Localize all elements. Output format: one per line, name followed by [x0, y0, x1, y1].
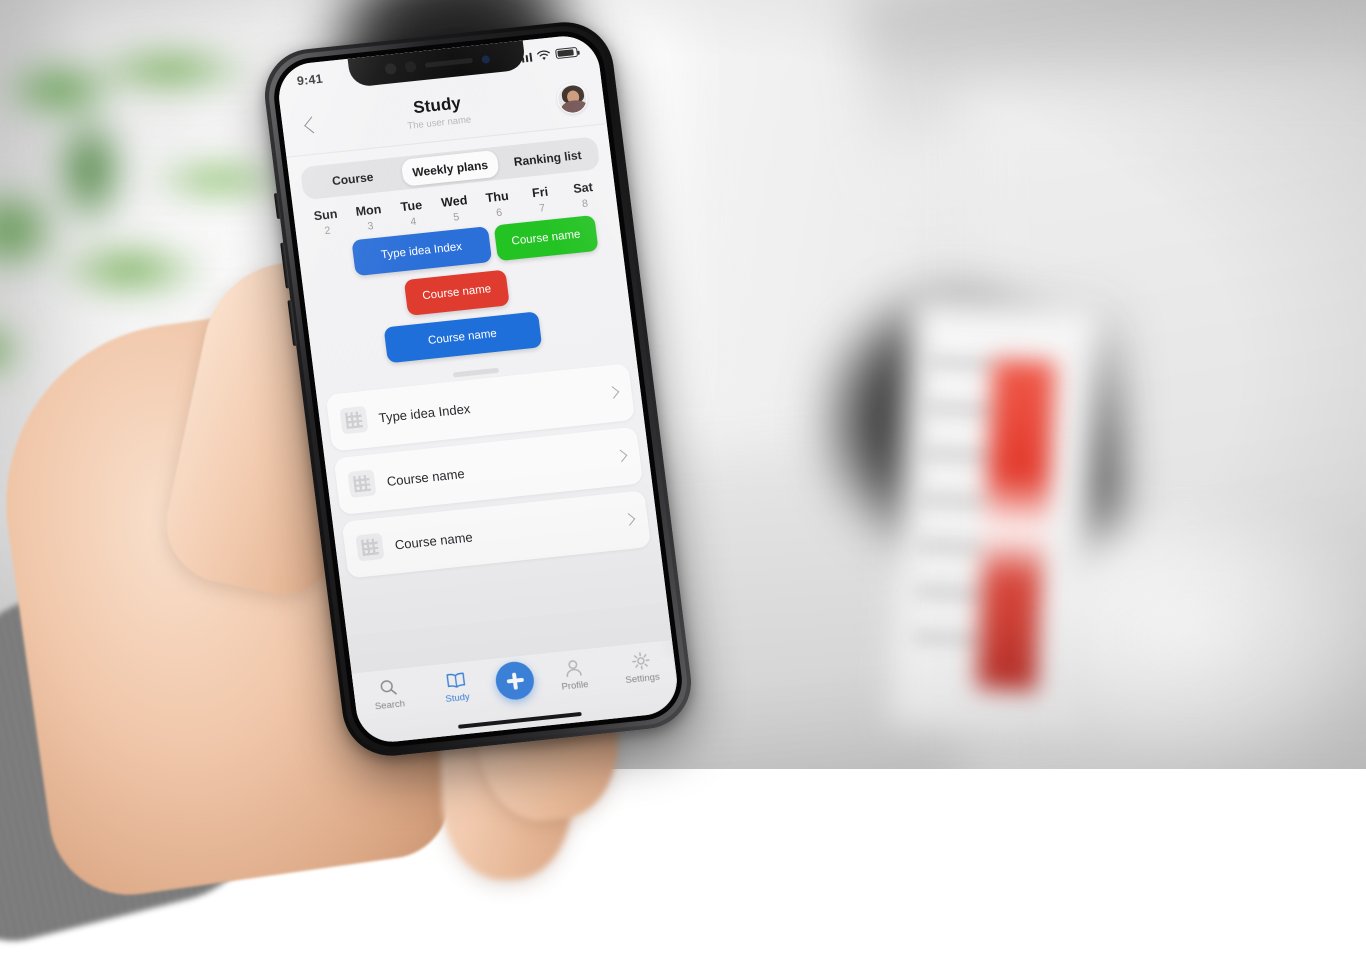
schedule-card[interactable]: Course name	[493, 215, 598, 261]
chevron-left-icon[interactable]	[297, 111, 326, 140]
book-icon	[444, 670, 467, 691]
front-camera-icon	[384, 63, 396, 75]
tab-label-search: Search	[374, 698, 405, 712]
list-item-label: Type idea Index	[378, 386, 607, 425]
day-column-fri[interactable]: Fri7	[518, 183, 565, 216]
schedule-card[interactable]: Course name	[404, 270, 509, 316]
day-name: Tue	[389, 197, 434, 215]
day-name: Thu	[475, 188, 520, 206]
tab-settings[interactable]: Settings	[611, 649, 671, 688]
day-name: Mon	[346, 201, 391, 219]
grid-icon	[355, 533, 384, 562]
day-name: Fri	[518, 183, 563, 201]
status-bar-indicators	[517, 46, 578, 63]
gear-icon	[630, 651, 651, 672]
ir-emitter-icon	[481, 55, 490, 64]
day-column-wed[interactable]: Wed5	[432, 192, 479, 225]
add-button[interactable]	[494, 660, 537, 702]
course-list: Type idea Index Course name Course name	[317, 362, 660, 579]
day-name: Sat	[561, 179, 606, 197]
tab-profile[interactable]: Profile	[544, 656, 604, 695]
day-name: Sun	[303, 206, 348, 224]
battery-icon	[555, 47, 578, 60]
search-icon	[377, 677, 398, 698]
grid-icon	[339, 406, 368, 435]
chevron-right-icon	[605, 385, 621, 400]
day-column-thu[interactable]: Thu6	[475, 188, 522, 221]
grid-icon	[347, 469, 376, 498]
tab-search[interactable]: Search	[359, 675, 419, 714]
avatar[interactable]	[555, 82, 589, 115]
person-icon	[562, 658, 583, 679]
chevron-right-icon	[621, 512, 637, 527]
list-item-label: Course name	[386, 450, 615, 489]
day-name: Wed	[432, 192, 477, 210]
chevron-right-icon	[613, 449, 629, 464]
wifi-icon	[536, 49, 551, 61]
tab-label-study: Study	[445, 692, 471, 705]
day-column-mon[interactable]: Mon3	[346, 201, 393, 234]
schedule-card[interactable]: Type idea Index	[351, 226, 492, 276]
schedule-card[interactable]: Course name	[383, 311, 542, 363]
day-column-sun[interactable]: Sun2	[303, 206, 350, 239]
list-item-label: Course name	[394, 513, 623, 552]
day-column-sat[interactable]: Sat8	[561, 179, 608, 212]
tab-study[interactable]: Study	[426, 668, 486, 707]
status-bar-time: 9:41	[296, 72, 323, 89]
drag-handle[interactable]	[453, 368, 499, 377]
tab-label-profile: Profile	[561, 679, 589, 693]
tab-label-settings: Settings	[625, 672, 661, 687]
earpiece-speaker	[424, 58, 472, 68]
day-column-tue[interactable]: Tue4	[389, 197, 436, 230]
plus-icon	[506, 678, 523, 683]
sensor-icon	[404, 61, 416, 73]
